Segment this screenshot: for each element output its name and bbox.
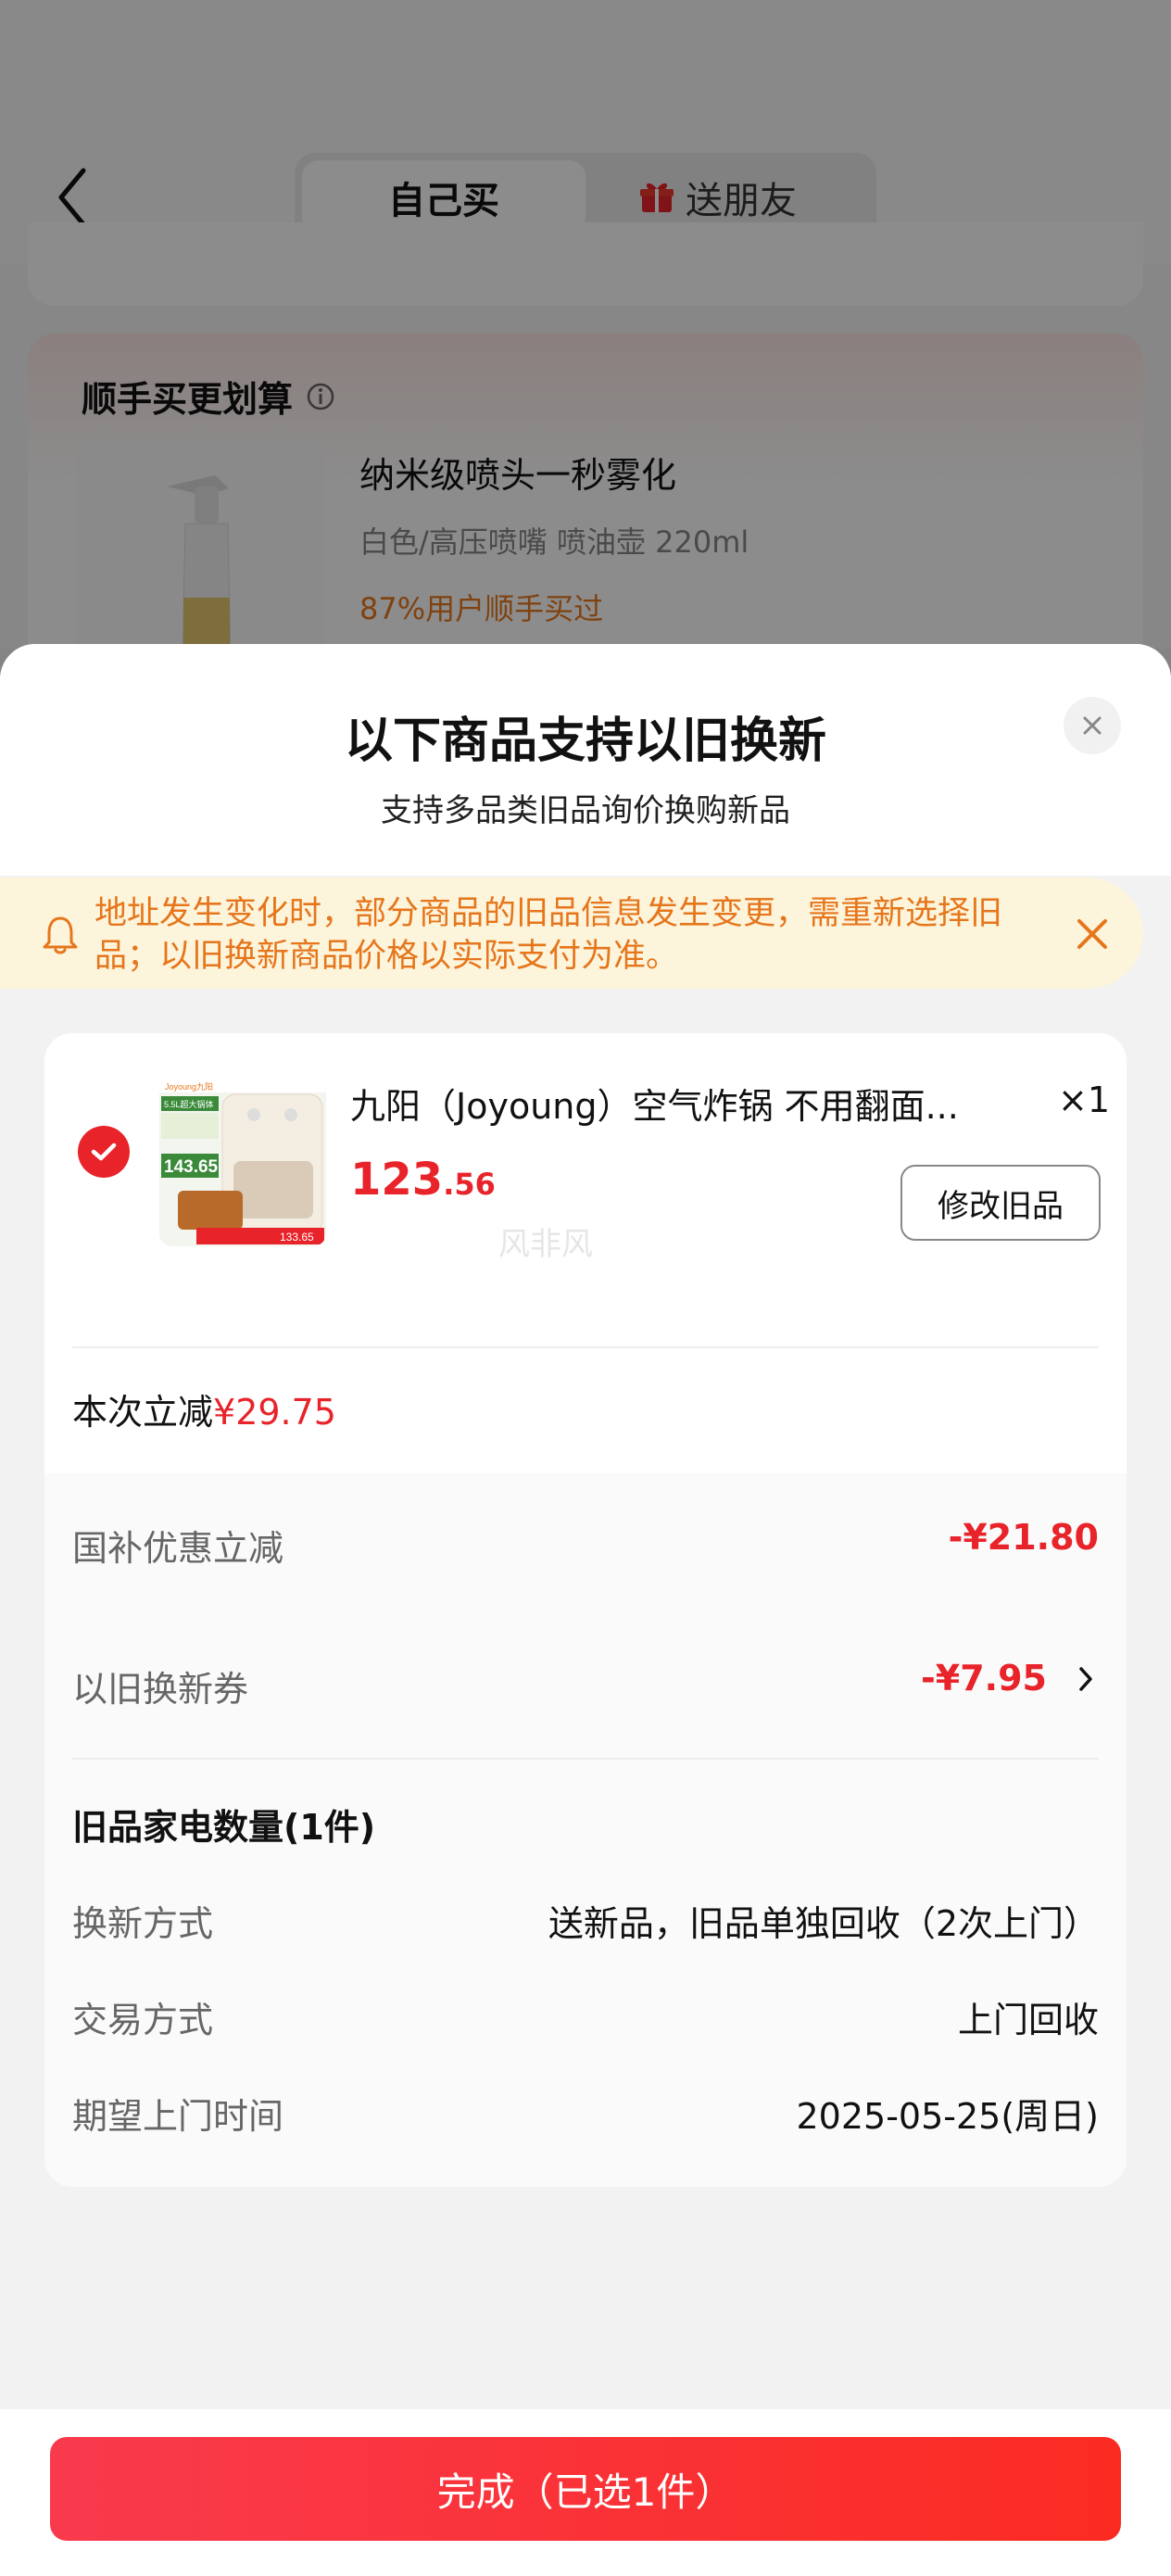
sheet-close-button[interactable] — [1064, 697, 1121, 754]
product-price: 123.56 — [350, 1154, 496, 1206]
air-fryer-thumbnail: Joyoung九阳 5.5L超大锅体 143.65 133.65 — [159, 1080, 326, 1246]
price-decimal: .56 — [443, 1167, 496, 1202]
replace-method-label: 换新方式 — [72, 1903, 214, 1944]
item-summary: Joyoung九阳 5.5L超大锅体 143.65 133.65 九阳（Joyo… — [44, 1033, 1127, 1473]
trade-in-coupon-label[interactable]: 以旧换新券 — [72, 1661, 248, 1711]
trade-in-sheet: 以下商品支持以旧换新 支持多品类旧品询价换购新品 地址发生变化时，部分商品的旧品… — [0, 644, 1171, 2576]
edit-old-item-button[interactable]: 修改旧品 — [900, 1165, 1101, 1241]
instant-discount-amount: ¥29.75 — [213, 1392, 336, 1433]
trade-method-value: 上门回收 — [957, 2000, 1099, 2040]
instant-discount-label: 本次立减 — [72, 1392, 214, 1433]
item-checkbox[interactable] — [78, 1126, 130, 1178]
trade-in-item-card: Joyoung九阳 5.5L超大锅体 143.65 133.65 九阳（Joyo… — [44, 1033, 1127, 2187]
notice-close-icon[interactable] — [1075, 916, 1110, 952]
bell-icon — [43, 916, 78, 954]
trade-in-coupon-value[interactable]: -¥7.95 — [921, 1658, 1047, 1698]
thumb-brand: Joyoung九阳 — [165, 1082, 213, 1092]
product-name[interactable]: 九阳（Joyoung）空气炸锅 不用翻面... — [350, 1078, 1054, 1129]
pickup-time-label: 期望上门时间 — [72, 2096, 284, 2137]
sheet-header: 以下商品支持以旧换新 支持多品类旧品询价换购新品 — [0, 644, 1171, 876]
watermark-text: 风非风 — [498, 1226, 593, 1263]
thumb-badge: 5.5L超大锅体 — [164, 1099, 214, 1109]
product-quantity: ×1 — [1058, 1080, 1111, 1120]
divider — [72, 1346, 1099, 1348]
done-button[interactable]: 完成（已选1件） — [50, 2437, 1121, 2541]
air-fryer-image[interactable]: Joyoung九阳 5.5L超大锅体 143.65 133.65 — [159, 1080, 326, 1246]
trade-method-label: 交易方式 — [72, 2000, 214, 2040]
divider — [72, 1758, 1099, 1760]
old-goods-title: 旧品家电数量(1件) — [72, 1807, 376, 1848]
thumb-bottom-price: 133.65 — [280, 1231, 314, 1244]
sheet-title: 以下商品支持以旧换新 — [344, 713, 826, 769]
notice-text: 地址发生变化时，部分商品的旧品信息发生变更，需重新选择旧品；以旧换新商品价格以实… — [94, 895, 1003, 975]
address-notice: 地址发生变化时，部分商品的旧品信息发生变更，需重新选择旧品；以旧换新商品价格以实… — [0, 878, 1143, 989]
replace-method-value: 送新品，旧品单独回收（2次上门） — [548, 1903, 1099, 1944]
national-subsidy-label: 国补优惠立减 — [72, 1528, 284, 1569]
price-integer: 123 — [350, 1154, 444, 1206]
thumb-price: 143.65 — [164, 1157, 219, 1177]
checkmark-icon — [91, 1143, 117, 1161]
pickup-time-value[interactable]: 2025-05-25(周日) — [797, 2088, 1100, 2139]
close-icon — [1083, 716, 1102, 735]
sheet-footer: 完成（已选1件） — [0, 2409, 1171, 2576]
national-subsidy-value: -¥21.80 — [948, 1517, 1099, 1558]
chevron-right-icon[interactable] — [1075, 1663, 1097, 1695]
sheet-subtitle: 支持多品类旧品询价换购新品 — [381, 792, 790, 829]
instant-discount: 本次立减¥29.75 — [72, 1383, 336, 1434]
